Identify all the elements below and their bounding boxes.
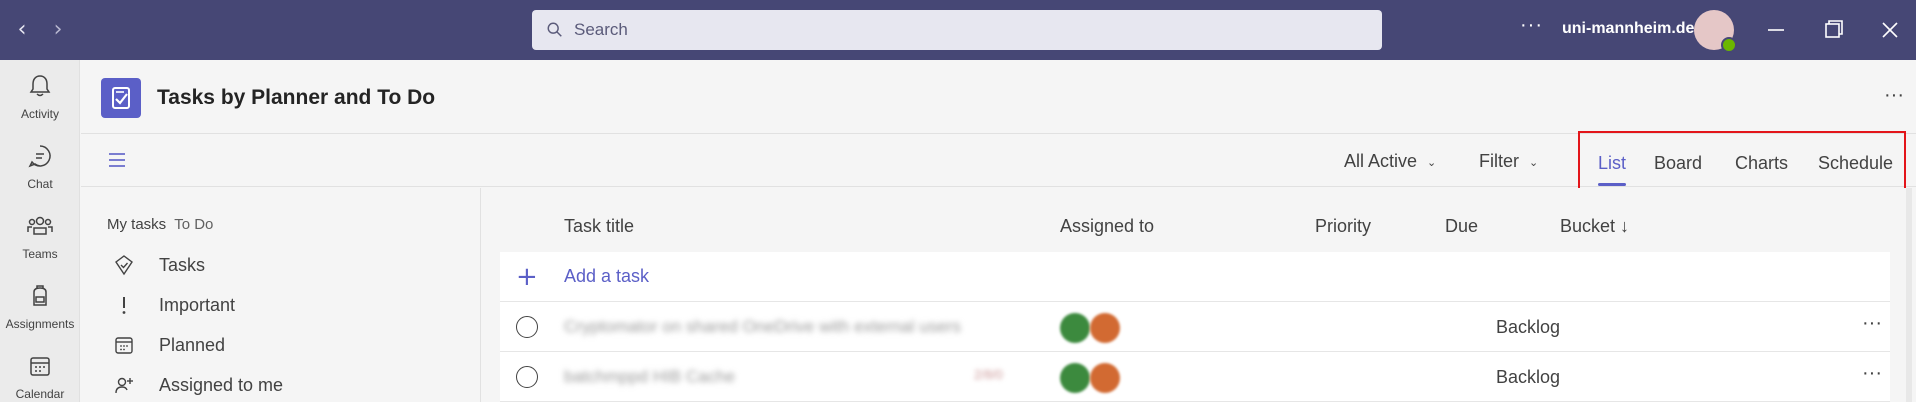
restore-icon[interactable] bbox=[1818, 14, 1850, 46]
row-more-icon[interactable]: ··· bbox=[1862, 362, 1882, 385]
sidebar-item-important[interactable]: Important bbox=[113, 290, 453, 322]
sidebar-item-label: Planned bbox=[159, 335, 226, 355]
planner-app-icon bbox=[101, 78, 141, 118]
due-tag: 2/8/0 bbox=[974, 367, 1003, 382]
sidebar: My tasks To Do Tasks Important Planned As… bbox=[81, 188, 481, 402]
table-row[interactable]: batchmppd HIB Cache 2/8/0 Backlog ··· bbox=[500, 352, 1890, 402]
avatar[interactable] bbox=[1090, 363, 1120, 393]
chat-icon bbox=[28, 145, 51, 168]
forward-arrow-icon[interactable]: › bbox=[44, 16, 72, 44]
task-list: + Add a task Cryptomator on shared OneDr… bbox=[500, 252, 1890, 402]
task-title[interactable]: Cryptomator on shared OneDrive with exte… bbox=[564, 317, 961, 337]
to-do-label: To Do bbox=[174, 216, 214, 233]
person-add-icon bbox=[115, 377, 133, 394]
column-header-bucket[interactable]: Bucket ↓ bbox=[1560, 216, 1629, 237]
sidebar-item-assigned-to-me[interactable]: Assigned to me bbox=[113, 370, 453, 402]
rail-item-activity[interactable]: Activity bbox=[0, 64, 80, 128]
hamburger-menu-icon[interactable] bbox=[107, 151, 127, 169]
view-tabs-highlight: List Board Charts Schedule bbox=[1578, 131, 1906, 191]
rail-label: Teams bbox=[22, 247, 58, 261]
rail-label: Chat bbox=[27, 177, 53, 191]
rail-label: Calendar bbox=[15, 387, 65, 401]
close-icon[interactable] bbox=[1874, 14, 1906, 46]
exclamation-icon bbox=[122, 297, 126, 314]
filter-label: Filter bbox=[1479, 151, 1519, 171]
calendar-icon bbox=[30, 357, 50, 376]
column-header-due[interactable]: Due bbox=[1445, 216, 1478, 237]
rail-item-assignments[interactable]: Assignments bbox=[0, 274, 80, 338]
filter-dropdown[interactable]: Filter ⌄ bbox=[1479, 151, 1538, 172]
back-arrow-icon[interactable]: ‹ bbox=[8, 16, 36, 44]
rail-label: Assignments bbox=[5, 317, 75, 331]
sidebar-item-planned[interactable]: Planned bbox=[113, 330, 453, 362]
page-title: Tasks by Planner and To Do bbox=[157, 86, 436, 109]
add-task-label: Add a task bbox=[564, 266, 650, 286]
all-active-dropdown[interactable]: All Active ⌄ bbox=[1344, 151, 1436, 172]
app-rail: Activity Chat Teams Assignments Calendar bbox=[0, 60, 80, 402]
tab-board[interactable]: Board bbox=[1654, 153, 1702, 174]
avatar[interactable] bbox=[1060, 313, 1090, 343]
rail-item-calendar[interactable]: Calendar bbox=[0, 344, 80, 402]
search-input[interactable]: Search bbox=[532, 10, 1382, 50]
teams-icon bbox=[27, 216, 53, 235]
tab-schedule[interactable]: Schedule bbox=[1818, 153, 1893, 174]
rail-item-chat[interactable]: Chat bbox=[0, 134, 80, 198]
plus-icon: + bbox=[516, 262, 538, 292]
minimize-icon[interactable] bbox=[1760, 14, 1792, 46]
add-task-row[interactable]: + Add a task bbox=[500, 252, 1890, 302]
title-bar: ‹ › Search ··· uni-mannheim.de bbox=[0, 0, 1916, 60]
tasks-icon bbox=[115, 255, 133, 276]
row-more-icon[interactable]: ··· bbox=[1862, 312, 1882, 335]
more-options-icon[interactable]: ··· bbox=[1520, 14, 1543, 37]
org-name[interactable]: uni-mannheim.de bbox=[1562, 20, 1694, 38]
bucket-value[interactable]: Backlog bbox=[1496, 367, 1560, 388]
calendar-icon bbox=[115, 337, 133, 354]
sidebar-item-label: Assigned to me bbox=[159, 375, 284, 395]
chevron-down-icon: ⌄ bbox=[1427, 155, 1437, 169]
tasks-logo-icon bbox=[112, 87, 130, 109]
all-active-label: All Active bbox=[1344, 151, 1418, 171]
sidebar-item-label: Tasks bbox=[159, 255, 206, 275]
bell-icon bbox=[29, 75, 51, 97]
column-header-priority[interactable]: Priority bbox=[1315, 216, 1371, 237]
avatar[interactable] bbox=[1090, 313, 1120, 343]
sidebar-header: My tasks To Do bbox=[107, 216, 213, 233]
rail-item-teams[interactable]: Teams bbox=[0, 204, 80, 268]
avatar[interactable] bbox=[1694, 10, 1737, 53]
chevron-down-icon: ⌄ bbox=[1529, 155, 1539, 169]
column-header-assigned-to[interactable]: Assigned to bbox=[1060, 216, 1154, 237]
avatar[interactable] bbox=[1060, 363, 1090, 393]
sidebar-item-label: Important bbox=[159, 295, 236, 315]
task-list-panel: Task title Assigned to Priority Due Buck… bbox=[482, 188, 1916, 402]
complete-checkbox[interactable] bbox=[516, 316, 538, 338]
table-row[interactable]: Cryptomator on shared OneDrive with exte… bbox=[500, 302, 1890, 352]
sidebar-item-tasks[interactable]: Tasks bbox=[113, 250, 453, 282]
app-more-icon[interactable]: ··· bbox=[1884, 84, 1904, 107]
tab-charts[interactable]: Charts bbox=[1735, 153, 1788, 174]
my-tasks-label: My tasks bbox=[107, 216, 167, 233]
bucket-value[interactable]: Backlog bbox=[1496, 317, 1560, 338]
tab-list[interactable]: List bbox=[1598, 153, 1627, 186]
rail-label: Activity bbox=[20, 107, 59, 121]
scrollbar[interactable] bbox=[1906, 188, 1912, 402]
complete-checkbox[interactable] bbox=[516, 366, 538, 388]
task-title[interactable]: batchmppd HIB Cache bbox=[564, 367, 735, 387]
column-header-task-title[interactable]: Task title bbox=[564, 216, 634, 237]
backpack-icon bbox=[33, 285, 47, 306]
status-available-icon bbox=[1721, 37, 1737, 53]
app-header: Tasks by Planner and To Do ··· bbox=[81, 60, 1916, 134]
search-icon bbox=[547, 22, 562, 37]
search-placeholder: Search bbox=[574, 20, 628, 39]
